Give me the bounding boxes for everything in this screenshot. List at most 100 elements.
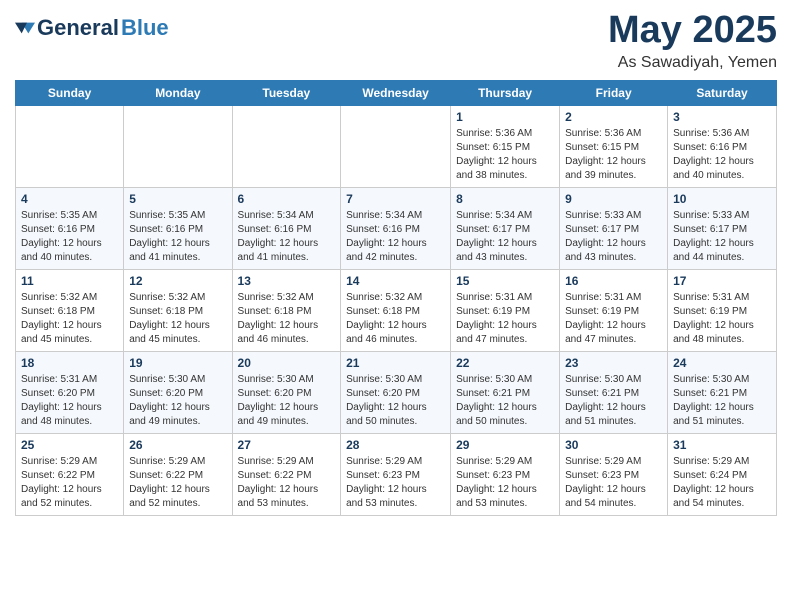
day-cell: 11 Sunrise: 5:32 AM Sunset: 6:18 PM Dayli… [16,269,124,351]
day-info: Sunrise: 5:29 AM Sunset: 6:24 PM Dayligh… [673,455,771,511]
week-row-5: 25Sunrise: 5:29 AM Sunset: 6:22 PM Dayli… [16,433,777,515]
day-cell: 5 Sunrise: 5:35 AM Sunset: 6:16 PM Daylig… [124,187,232,269]
week-row-1: 1 Sunrise: 5:36 AM Sunset: 6:15 PM Daylig… [16,105,777,187]
col-monday: Monday [124,80,232,105]
day-number: 24 [673,356,771,370]
day-info: Sunrise: 5:30 AM Sunset: 6:21 PM Dayligh… [456,373,554,429]
calendar-location: As Sawadiyah, Yemen [608,54,777,72]
day-cell: 25Sunrise: 5:29 AM Sunset: 6:22 PM Dayli… [16,433,124,515]
day-number: 17 [673,274,771,288]
day-info: Sunrise: 5:31 AM Sunset: 6:19 PM Dayligh… [673,291,771,347]
day-number: 19 [129,356,226,370]
day-number: 28 [346,438,445,452]
col-thursday: Thursday [451,80,560,105]
day-info: Sunrise: 5:36 AM Sunset: 6:15 PM Dayligh… [565,127,662,183]
logo-icon [15,21,35,35]
day-info: Sunrise: 5:35 AM Sunset: 6:16 PM Dayligh… [21,209,118,265]
day-number: 22 [456,356,554,370]
day-number: 26 [129,438,226,452]
calendar-title: May 2025 [608,10,777,52]
day-cell [341,105,451,187]
page-header: GeneralBlue May 2025 As Sawadiyah, Yemen [15,10,777,72]
day-info: Sunrise: 5:33 AM Sunset: 6:17 PM Dayligh… [673,209,771,265]
day-info: Sunrise: 5:30 AM Sunset: 6:21 PM Dayligh… [673,373,771,429]
day-cell: 6 Sunrise: 5:34 AM Sunset: 6:16 PM Daylig… [232,187,341,269]
week-row-4: 18Sunrise: 5:31 AM Sunset: 6:20 PM Dayli… [16,351,777,433]
day-info: Sunrise: 5:32 AM Sunset: 6:18 PM Dayligh… [346,291,445,347]
day-cell: 18Sunrise: 5:31 AM Sunset: 6:20 PM Dayli… [16,351,124,433]
day-number: 30 [565,438,662,452]
day-number: 20 [238,356,336,370]
day-info: Sunrise: 5:29 AM Sunset: 6:23 PM Dayligh… [456,455,554,511]
day-number: 14 [346,274,445,288]
day-cell: 17 Sunrise: 5:31 AM Sunset: 6:19 PM Dayli… [668,269,777,351]
day-number: 5 [129,192,226,206]
col-wednesday: Wednesday [341,80,451,105]
day-info: Sunrise: 5:30 AM Sunset: 6:20 PM Dayligh… [129,373,226,429]
day-number: 11 [21,274,118,288]
day-cell: 19 Sunrise: 5:30 AM Sunset: 6:20 PM Dayli… [124,351,232,433]
day-cell: 4 Sunrise: 5:35 AM Sunset: 6:16 PM Daylig… [16,187,124,269]
day-info: Sunrise: 5:33 AM Sunset: 6:17 PM Dayligh… [565,209,662,265]
day-cell: 14 Sunrise: 5:32 AM Sunset: 6:18 PM Dayli… [341,269,451,351]
day-cell [124,105,232,187]
day-number: 13 [238,274,336,288]
day-number: 8 [456,192,554,206]
day-cell: 31 Sunrise: 5:29 AM Sunset: 6:24 PM Dayli… [668,433,777,515]
day-info: Sunrise: 5:31 AM Sunset: 6:19 PM Dayligh… [456,291,554,347]
col-tuesday: Tuesday [232,80,341,105]
logo: GeneralBlue [15,15,169,41]
day-number: 23 [565,356,662,370]
day-cell: 3 Sunrise: 5:36 AM Sunset: 6:16 PM Daylig… [668,105,777,187]
col-saturday: Saturday [668,80,777,105]
day-info: Sunrise: 5:30 AM Sunset: 6:20 PM Dayligh… [346,373,445,429]
week-row-2: 4 Sunrise: 5:35 AM Sunset: 6:16 PM Daylig… [16,187,777,269]
day-cell: 22 Sunrise: 5:30 AM Sunset: 6:21 PM Dayli… [451,351,560,433]
day-number: 3 [673,110,771,124]
day-number: 29 [456,438,554,452]
day-cell: 21 Sunrise: 5:30 AM Sunset: 6:20 PM Dayli… [341,351,451,433]
day-info: Sunrise: 5:31 AM Sunset: 6:19 PM Dayligh… [565,291,662,347]
day-number: 4 [21,192,118,206]
day-info: Sunrise: 5:29 AM Sunset: 6:23 PM Dayligh… [346,455,445,511]
day-info: Sunrise: 5:29 AM Sunset: 6:22 PM Dayligh… [238,455,336,511]
day-info: Sunrise: 5:34 AM Sunset: 6:16 PM Dayligh… [238,209,336,265]
day-info: Sunrise: 5:29 AM Sunset: 6:23 PM Dayligh… [565,455,662,511]
day-cell: 2 Sunrise: 5:36 AM Sunset: 6:15 PM Daylig… [560,105,668,187]
day-cell: 16Sunrise: 5:31 AM Sunset: 6:19 PM Dayli… [560,269,668,351]
day-cell: 8Sunrise: 5:34 AM Sunset: 6:17 PM Daylig… [451,187,560,269]
day-number: 2 [565,110,662,124]
calendar-table: Sunday Monday Tuesday Wednesday Thursday… [15,80,777,516]
day-number: 27 [238,438,336,452]
day-cell: 10Sunrise: 5:33 AM Sunset: 6:17 PM Dayli… [668,187,777,269]
day-info: Sunrise: 5:32 AM Sunset: 6:18 PM Dayligh… [238,291,336,347]
day-info: Sunrise: 5:30 AM Sunset: 6:21 PM Dayligh… [565,373,662,429]
day-cell: 1 Sunrise: 5:36 AM Sunset: 6:15 PM Daylig… [451,105,560,187]
day-cell: 13 Sunrise: 5:32 AM Sunset: 6:18 PM Dayli… [232,269,341,351]
day-info: Sunrise: 5:31 AM Sunset: 6:20 PM Dayligh… [21,373,118,429]
day-number: 21 [346,356,445,370]
day-info: Sunrise: 5:32 AM Sunset: 6:18 PM Dayligh… [21,291,118,347]
day-number: 9 [565,192,662,206]
day-cell: 12 Sunrise: 5:32 AM Sunset: 6:18 PM Dayli… [124,269,232,351]
col-friday: Friday [560,80,668,105]
day-number: 6 [238,192,336,206]
day-info: Sunrise: 5:29 AM Sunset: 6:22 PM Dayligh… [129,455,226,511]
day-info: Sunrise: 5:32 AM Sunset: 6:18 PM Dayligh… [129,291,226,347]
day-info: Sunrise: 5:36 AM Sunset: 6:16 PM Dayligh… [673,127,771,183]
title-block: May 2025 As Sawadiyah, Yemen [608,10,777,72]
day-info: Sunrise: 5:34 AM Sunset: 6:16 PM Dayligh… [346,209,445,265]
day-info: Sunrise: 5:35 AM Sunset: 6:16 PM Dayligh… [129,209,226,265]
day-number: 31 [673,438,771,452]
day-cell: 27 Sunrise: 5:29 AM Sunset: 6:22 PM Dayli… [232,433,341,515]
day-cell [16,105,124,187]
week-row-3: 11 Sunrise: 5:32 AM Sunset: 6:18 PM Dayli… [16,269,777,351]
day-cell: 30 Sunrise: 5:29 AM Sunset: 6:23 PM Dayli… [560,433,668,515]
day-info: Sunrise: 5:36 AM Sunset: 6:15 PM Dayligh… [456,127,554,183]
calendar-header-row: Sunday Monday Tuesday Wednesday Thursday… [16,80,777,105]
day-number: 7 [346,192,445,206]
day-number: 1 [456,110,554,124]
day-cell: 24 Sunrise: 5:30 AM Sunset: 6:21 PM Dayli… [668,351,777,433]
day-cell: 7 Sunrise: 5:34 AM Sunset: 6:16 PM Daylig… [341,187,451,269]
day-number: 12 [129,274,226,288]
